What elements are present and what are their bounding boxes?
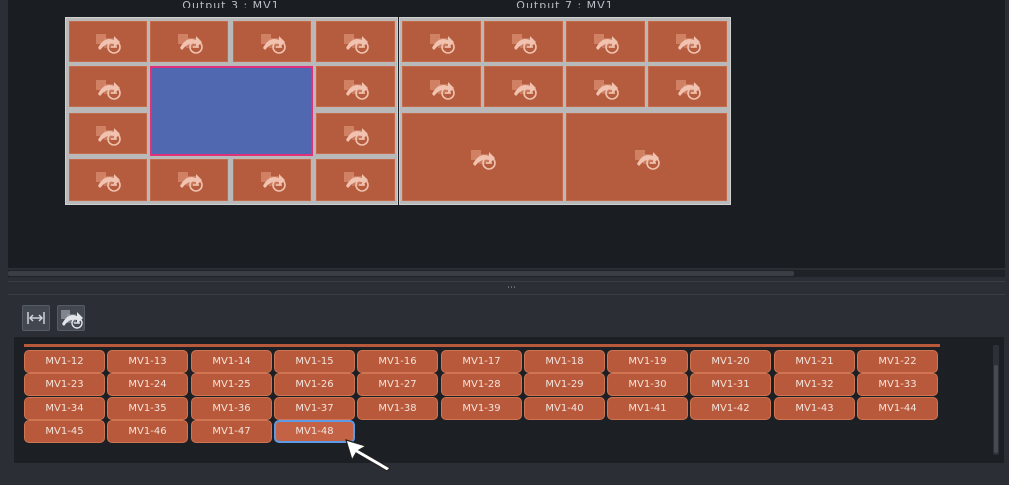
source-button-mv1-14[interactable]: MV1-14 xyxy=(191,350,272,373)
source-button-mv1-15[interactable]: MV1-15 xyxy=(274,350,355,373)
source-button-mv1-48[interactable]: MV1-48 xyxy=(274,420,355,443)
tile[interactable] xyxy=(648,66,727,107)
source-button-mv1-32[interactable]: MV1-32 xyxy=(774,373,855,396)
tile[interactable] xyxy=(484,21,563,62)
tile[interactable] xyxy=(648,21,727,62)
tile[interactable] xyxy=(402,21,481,62)
source-button-mv1-35[interactable]: MV1-35 xyxy=(107,397,188,420)
source-link-button[interactable] xyxy=(57,305,85,331)
source-button-mv1-44[interactable]: MV1-44 xyxy=(857,397,938,420)
tile[interactable] xyxy=(150,21,228,62)
tile[interactable] xyxy=(566,113,727,201)
tile[interactable] xyxy=(316,21,395,62)
tile[interactable] xyxy=(316,159,395,201)
source-button-mv1-40[interactable]: MV1-40 xyxy=(524,397,605,420)
selected-tile[interactable] xyxy=(150,66,313,156)
source-button-mv1-43[interactable]: MV1-43 xyxy=(774,397,855,420)
tile[interactable] xyxy=(233,21,311,62)
toolbar xyxy=(8,296,1005,336)
tile[interactable] xyxy=(484,66,563,107)
source-button-mv1-20[interactable]: MV1-20 xyxy=(690,350,771,373)
source-button-mv1-37[interactable]: MV1-37 xyxy=(274,397,355,420)
source-button-mv1-28[interactable]: MV1-28 xyxy=(441,373,522,396)
source-button-mv1-31[interactable]: MV1-31 xyxy=(690,373,771,396)
tile[interactable] xyxy=(233,159,311,201)
source-button-mv1-19[interactable]: MV1-19 xyxy=(607,350,688,373)
source-button-mv1-46[interactable]: MV1-46 xyxy=(107,420,188,443)
source-button-mv1-42[interactable]: MV1-42 xyxy=(690,397,771,420)
source-button-mv1-21[interactable]: MV1-21 xyxy=(774,350,855,373)
multiviewer-layout-output-7 xyxy=(399,17,731,205)
fit-width-button[interactable] xyxy=(22,305,50,331)
tile[interactable] xyxy=(566,21,645,62)
source-button-mv1-22[interactable]: MV1-22 xyxy=(857,350,938,373)
tile[interactable] xyxy=(316,66,395,107)
vertical-scrollbar-thumb[interactable] xyxy=(994,365,998,453)
source-button-mv1-26[interactable]: MV1-26 xyxy=(274,373,355,396)
source-button-mv1-39[interactable]: MV1-39 xyxy=(441,397,522,420)
source-button-mv1-13[interactable]: MV1-13 xyxy=(107,350,188,373)
source-button-mv1-25[interactable]: MV1-25 xyxy=(191,373,272,396)
source-button-mv1-27[interactable]: MV1-27 xyxy=(357,373,438,396)
tile[interactable] xyxy=(402,113,563,201)
source-button-mv1-45[interactable]: MV1-45 xyxy=(24,420,105,443)
source-button-mv1-30[interactable]: MV1-30 xyxy=(607,373,688,396)
source-button-mv1-17[interactable]: MV1-17 xyxy=(441,350,522,373)
tile[interactable] xyxy=(402,66,481,107)
source-button-mv1-23[interactable]: MV1-23 xyxy=(24,373,105,396)
source-button-mv1-38[interactable]: MV1-38 xyxy=(357,397,438,420)
source-button-mv1-18[interactable]: MV1-18 xyxy=(524,350,605,373)
tile[interactable] xyxy=(69,66,147,107)
source-link-icon xyxy=(61,310,83,329)
output-title: Output 7 : MV1 xyxy=(516,0,614,8)
tile[interactable] xyxy=(316,113,395,154)
source-button-mv1-47[interactable]: MV1-47 xyxy=(191,420,272,443)
multiviewer-layout-output-3 xyxy=(65,17,398,205)
grid-top-divider xyxy=(24,344,940,347)
source-button-mv1-33[interactable]: MV1-33 xyxy=(857,373,938,396)
tile[interactable] xyxy=(69,159,147,201)
source-button-mv1-16[interactable]: MV1-16 xyxy=(357,350,438,373)
tile[interactable] xyxy=(566,66,645,107)
status-strip xyxy=(0,470,1009,485)
tile[interactable] xyxy=(69,113,147,154)
output-title: Output 3 : MV1 xyxy=(182,0,280,8)
source-button-mv1-12[interactable]: MV1-12 xyxy=(24,350,105,373)
tile[interactable] xyxy=(150,159,228,201)
source-button-mv1-41[interactable]: MV1-41 xyxy=(607,397,688,420)
mouse-pointer-icon xyxy=(345,439,391,472)
horizontal-scrollbar-thumb[interactable] xyxy=(8,271,794,276)
fit-width-icon xyxy=(27,312,45,324)
source-button-mv1-29[interactable]: MV1-29 xyxy=(524,373,605,396)
splitter-grip-icon[interactable]: ⋯ xyxy=(505,284,519,293)
tile[interactable] xyxy=(69,21,147,62)
source-button-mv1-24[interactable]: MV1-24 xyxy=(107,373,188,396)
source-button-mv1-34[interactable]: MV1-34 xyxy=(24,397,105,420)
source-button-mv1-36[interactable]: MV1-36 xyxy=(191,397,272,420)
